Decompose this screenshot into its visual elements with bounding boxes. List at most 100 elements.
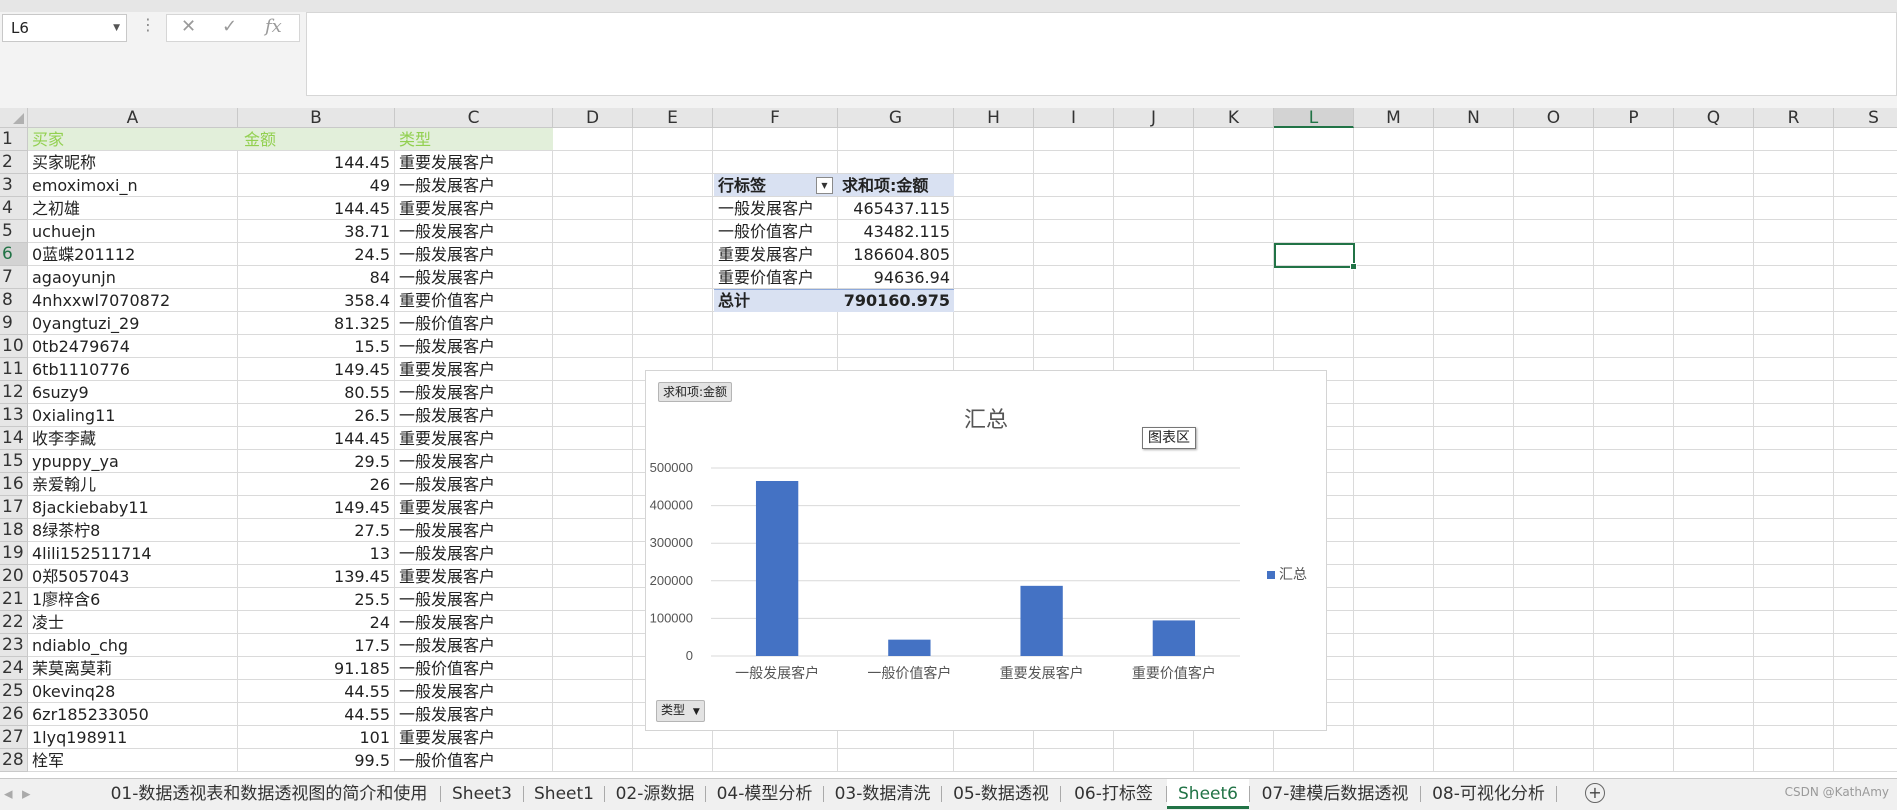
tab-3[interactable]: 02-源数据 (605, 779, 705, 809)
row-header-23[interactable]: 23 (0, 634, 28, 657)
cell-buyer[interactable]: uchuejn (32, 220, 235, 243)
cell-buyer[interactable]: 之初雄 (32, 197, 235, 220)
column-header-p[interactable]: P (1594, 108, 1674, 128)
cell-type[interactable]: 一般发展客户 (399, 381, 554, 404)
cell-amount[interactable]: 144.45 (240, 427, 390, 450)
filter-dropdown-icon[interactable]: ▼ (816, 177, 833, 194)
cell-amount[interactable]: 49 (240, 174, 390, 197)
cell-amount[interactable]: 17.5 (240, 634, 390, 657)
cell-type[interactable]: 一般发展客户 (399, 611, 554, 634)
cell-amount[interactable]: 13 (240, 542, 390, 565)
cell-buyer[interactable]: 1廖梓含6 (32, 588, 235, 611)
cell-type[interactable]: 一般发展客户 (399, 174, 554, 197)
column-header-g[interactable]: G (838, 108, 954, 128)
cell-type[interactable]: 一般价值客户 (399, 312, 554, 335)
cell-buyer[interactable]: 0yangtuzi_29 (32, 312, 235, 335)
tab-6[interactable]: 05-数据透视 (942, 779, 1060, 809)
row-header-9[interactable]: 9 (0, 312, 28, 335)
cell-type[interactable]: 一般发展客户 (399, 404, 554, 427)
chart-axis-field-dropdown-icon[interactable]: ▼ (693, 707, 700, 717)
cell-type[interactable]: 一般发展客户 (399, 450, 554, 473)
chart-axis-field-button[interactable]: 类型 ▼ (656, 700, 705, 722)
row-header-15[interactable]: 15 (0, 450, 28, 473)
column-header-b[interactable]: B (238, 108, 395, 128)
cell-amount[interactable]: 44.55 (240, 703, 390, 726)
function-icon[interactable]: fx (265, 16, 282, 37)
row-header-19[interactable]: 19 (0, 542, 28, 565)
cell-type[interactable]: 一般价值客户 (399, 749, 554, 772)
column-header-f[interactable]: F (713, 108, 838, 128)
cell-amount[interactable]: 26 (240, 473, 390, 496)
tab-2[interactable]: Sheet1 (524, 779, 604, 809)
cell-amount[interactable]: 44.55 (240, 680, 390, 703)
row-header-26[interactable]: 26 (0, 703, 28, 726)
cell-buyer[interactable]: 4nhxxwl7070872 (32, 289, 235, 312)
cell-buyer[interactable]: 6suzy9 (32, 381, 235, 404)
pivot-chart[interactable]: 求和项:金额 图表区 汇总 0 100000 200000 300000 400000 50… (645, 370, 1327, 731)
cell-buyer[interactable]: ndiablo_chg (32, 634, 235, 657)
cell-amount[interactable]: 81.325 (240, 312, 390, 335)
tab-9[interactable]: 07-建模后数据透视 (1250, 779, 1420, 809)
cell-type[interactable]: 一般发展客户 (399, 266, 554, 289)
cell-type[interactable]: 一般发展客户 (399, 680, 554, 703)
row-header-8[interactable]: 8 (0, 289, 28, 312)
cell-type[interactable]: 重要发展客户 (399, 726, 554, 749)
cell-type[interactable]: 一般发展客户 (399, 519, 554, 542)
row-header-27[interactable]: 27 (0, 726, 28, 749)
row-header-21[interactable]: 21 (0, 588, 28, 611)
cancel-icon[interactable]: ✕ (181, 16, 196, 37)
column-header-j[interactable]: J (1114, 108, 1194, 128)
row-header-25[interactable]: 25 (0, 680, 28, 703)
row-header-17[interactable]: 17 (0, 496, 28, 519)
column-header-q[interactable]: Q (1674, 108, 1754, 128)
name-box-dropdown-icon[interactable]: ▼ (113, 15, 120, 41)
row-header-24[interactable]: 24 (0, 657, 28, 680)
column-header-o[interactable]: O (1514, 108, 1594, 128)
add-sheet-icon[interactable]: + (1585, 783, 1605, 803)
cell-type[interactable]: 一般价值客户 (399, 657, 554, 680)
cell-amount[interactable]: 15.5 (240, 335, 390, 358)
cell-amount[interactable]: 25.5 (240, 588, 390, 611)
column-header-k[interactable]: K (1194, 108, 1274, 128)
cell-buyer[interactable]: 茉莫离莫莉 (32, 657, 235, 680)
row-header-18[interactable]: 18 (0, 519, 28, 542)
cell-amount[interactable]: 358.4 (240, 289, 390, 312)
tab-10[interactable]: 08-可视化分析 (1421, 779, 1556, 809)
row-header-22[interactable]: 22 (0, 611, 28, 634)
cell-amount[interactable]: 139.45 (240, 565, 390, 588)
enter-icon[interactable]: ✓ (222, 16, 237, 37)
column-header-e[interactable]: E (633, 108, 713, 128)
column-header-n[interactable]: N (1434, 108, 1514, 128)
row-header-10[interactable]: 10 (0, 335, 28, 358)
cell-amount[interactable]: 38.71 (240, 220, 390, 243)
name-box[interactable]: L6 ▼ (2, 14, 127, 42)
cell-type[interactable]: 重要发展客户 (399, 151, 554, 174)
cell-type[interactable]: 重要价值客户 (399, 289, 554, 312)
cell-buyer[interactable]: 买家昵称 (32, 151, 235, 174)
header-cell-amount[interactable]: 金额 (244, 128, 394, 151)
row-header-2[interactable]: 2 (0, 151, 28, 174)
cell-buyer[interactable]: ypuppy_ya (32, 450, 235, 473)
cell-amount[interactable]: 144.45 (240, 197, 390, 220)
active-cell-L6[interactable] (1274, 243, 1357, 270)
tab-5[interactable]: 03-数据清洗 (824, 779, 941, 809)
row-header-5[interactable]: 5 (0, 220, 28, 243)
column-header-c[interactable]: C (395, 108, 553, 128)
cell-type[interactable]: 一般发展客户 (399, 243, 554, 266)
cell-amount[interactable]: 24.5 (240, 243, 390, 266)
cell-type[interactable]: 一般发展客户 (399, 335, 554, 358)
cell-type[interactable]: 一般发展客户 (399, 473, 554, 496)
cell-type[interactable]: 重要发展客户 (399, 358, 554, 381)
cell-amount[interactable]: 84 (240, 266, 390, 289)
cell-amount[interactable]: 24 (240, 611, 390, 634)
formula-bar-grip-icon[interactable]: ⋮ (140, 15, 156, 34)
tab-0[interactable]: 01-数据透视表和数据透视图的简介和使用 (98, 779, 440, 809)
column-header-r[interactable]: R (1754, 108, 1834, 128)
column-header-a[interactable]: A (28, 108, 238, 128)
cell-type[interactable]: 一般发展客户 (399, 703, 554, 726)
tab-1[interactable]: Sheet3 (441, 779, 523, 809)
cell-buyer[interactable]: 4lili152511714 (32, 542, 235, 565)
cell-buyer[interactable]: 0xialing11 (32, 404, 235, 427)
cell-type[interactable]: 一般发展客户 (399, 542, 554, 565)
cell-amount[interactable]: 99.5 (240, 749, 390, 772)
